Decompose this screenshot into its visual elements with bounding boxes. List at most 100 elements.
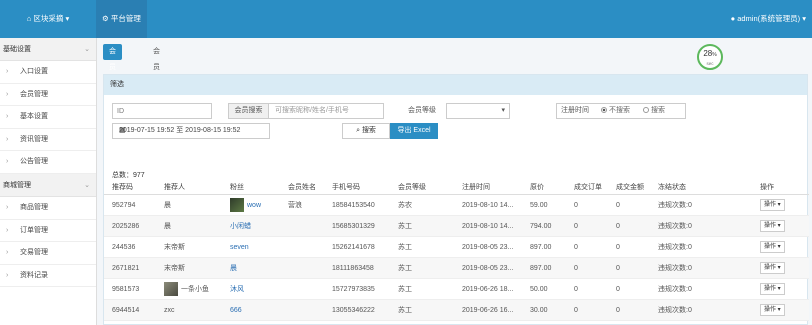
register-time-option-no[interactable]: 不搜索 xyxy=(601,104,630,118)
cell-phone: 15262141678 xyxy=(324,236,390,258)
tab-member-management[interactable]: 会员管理 xyxy=(103,44,122,103)
search-button[interactable]: ⌕ 搜索 xyxy=(342,123,390,139)
cell-fan[interactable]: wow xyxy=(222,194,280,216)
action-dropdown-button[interactable]: 操作 ▾ xyxy=(760,220,785,232)
cell-orders: 0 xyxy=(566,194,608,216)
cell-actions: 操作 ▾ xyxy=(752,236,809,258)
cell-name xyxy=(280,278,324,300)
gear-icon: ⚙ xyxy=(102,14,109,23)
chevron-right-icon: › xyxy=(6,271,9,279)
member-table: 推荐码 推荐人 粉丝 会员姓名 手机号码 会员等级 注册时间 原价 成交订单 成… xyxy=(104,181,809,321)
cell-actions: 操作 ▾ xyxy=(752,278,809,300)
cell-fan[interactable]: 晨 xyxy=(222,257,280,279)
cell-price: 30.00 xyxy=(522,299,566,321)
sidebar-item-members[interactable]: › 会员管理 xyxy=(0,84,96,107)
column-header: 推荐码 xyxy=(104,181,156,195)
avatar xyxy=(230,198,244,212)
brand-menu[interactable]: ⌂ 区块采摘 ▾ xyxy=(0,0,96,38)
cell-price: 897.00 xyxy=(522,236,566,258)
sidebar-item-entry[interactable]: › 入口设置 xyxy=(0,61,96,84)
member-search-input[interactable]: 会员搜索 可搜索昵称/姓名/手机号 xyxy=(228,103,384,119)
cell-actions: 操作 ▾ xyxy=(752,299,809,321)
export-excel-button[interactable]: 导出 Excel xyxy=(390,123,438,139)
brand-label: 区块采摘 xyxy=(33,14,64,23)
cell-ref-code: 952794 xyxy=(104,194,156,216)
id-input[interactable]: ID xyxy=(112,103,212,119)
action-dropdown-button[interactable]: 操作 ▾ xyxy=(760,241,785,253)
sidebar-group-basic[interactable]: 基础设置 ⌄ xyxy=(0,38,96,61)
cell-fan[interactable]: seven xyxy=(222,236,280,258)
sidebar-item-label: 商品管理 xyxy=(20,203,48,211)
platform-management-tab[interactable]: ⚙ 平台管理 xyxy=(96,0,147,38)
caret-down-icon: ▾ xyxy=(65,14,70,23)
sidebar-item-trades[interactable]: › 交易管理 xyxy=(0,242,96,265)
user-menu[interactable]: ● admin(系统管理员) ▾ xyxy=(731,0,806,38)
search-label: 搜索 xyxy=(361,127,376,134)
cell-reg-time: 2019-08-10 14... xyxy=(454,215,522,237)
cell-referrer: 晨 xyxy=(156,194,222,216)
sidebar-group-mall[interactable]: 商城管理 ⌄ xyxy=(0,173,96,197)
chevron-right-icon: › xyxy=(6,135,9,143)
cell-level: 苏工 xyxy=(390,278,454,300)
cell-reg-time: 2019-08-05 23... xyxy=(454,236,522,258)
cell-referrer: 晨 xyxy=(156,215,222,237)
cell-price: 897.00 xyxy=(522,257,566,279)
cell-status: 违规次数:0 xyxy=(650,278,752,300)
date-range-input[interactable]: 2019-07-15 19:52 至 2019-08-15 19:52 ▦ xyxy=(112,123,270,139)
sidebar-item-notices[interactable]: › 公告管理 xyxy=(0,151,96,174)
search-icon: ⌕ xyxy=(356,127,360,134)
cell-ref-code: 2671821 xyxy=(104,257,156,279)
cell-status: 违规次数:0 xyxy=(650,236,752,258)
cell-fan[interactable]: 沐风 xyxy=(222,278,280,300)
calendar-icon: ▦ xyxy=(119,127,126,134)
cell-reg-time: 2019-08-05 23... xyxy=(454,257,522,279)
action-dropdown-button[interactable]: 操作 ▾ xyxy=(760,304,785,316)
column-header: 会员等级 xyxy=(390,181,454,195)
sidebar-item-basic-settings[interactable]: › 基本设置 xyxy=(0,106,96,129)
action-dropdown-button[interactable]: 操作 ▾ xyxy=(760,199,785,211)
sidebar-item-products[interactable]: › 商品管理 xyxy=(0,197,96,220)
sidebar-item-label: 基本设置 xyxy=(20,113,48,121)
column-header: 推荐人 xyxy=(156,181,222,195)
tab-member-levels[interactable]: 会员等级 xyxy=(147,44,166,103)
column-header: 成交订单 xyxy=(566,181,608,195)
member-search-placeholder: 可搜索昵称/姓名/手机号 xyxy=(275,107,349,114)
filter-panel: 筛选 ID 会员搜索 可搜索昵称/姓名/手机号 会员等级 ▾ 注册时间 不搜索 … xyxy=(103,74,809,325)
cell-orders: 0 xyxy=(566,299,608,321)
register-time-option-yes[interactable]: 搜索 xyxy=(643,104,665,118)
sidebar-item-label: 交易管理 xyxy=(20,249,48,257)
column-header: 注册时间 xyxy=(454,181,522,195)
cell-fan[interactable]: 小闲蜡 xyxy=(222,215,280,237)
chevron-down-icon: ⌄ xyxy=(84,181,90,189)
cell-orders: 0 xyxy=(566,236,608,258)
cell-level: 苏工 xyxy=(390,257,454,279)
sidebar-item-news[interactable]: › 资讯管理 xyxy=(0,129,96,152)
sidebar-item-label: 资讯管理 xyxy=(20,135,48,143)
cell-amount: 0 xyxy=(608,278,650,300)
cell-phone: 18111863458 xyxy=(324,257,390,279)
action-dropdown-button[interactable]: 操作 ▾ xyxy=(760,283,785,295)
avatar xyxy=(164,282,178,296)
sidebar-item-records[interactable]: › 资料记录 xyxy=(0,265,96,288)
cell-name xyxy=(280,299,324,321)
cell-actions: 操作 ▾ xyxy=(752,257,809,279)
member-level-label: 会员等级 xyxy=(408,107,436,114)
cell-reg-time: 2019-06-26 18... xyxy=(454,278,522,300)
member-level-select[interactable]: ▾ xyxy=(446,103,510,119)
cell-name xyxy=(280,236,324,258)
cell-referrer: 末帝斯 xyxy=(156,236,222,258)
sidebar-item-label: 资料记录 xyxy=(20,271,48,279)
cell-price: 794.00 xyxy=(522,215,566,237)
cell-reg-time: 2019-06-26 16... xyxy=(454,299,522,321)
sidebar-item-orders[interactable]: › 订单管理 xyxy=(0,220,96,243)
cell-fan[interactable]: 666 xyxy=(222,299,280,321)
sidebar-item-label: 公告管理 xyxy=(20,158,48,166)
cell-price: 59.00 xyxy=(522,194,566,216)
table-row: 2671821 末帝斯 晨 18111863458 苏工 2019-08-05 … xyxy=(104,257,809,279)
cell-amount: 0 xyxy=(608,299,650,321)
column-header: 原价 xyxy=(522,181,566,195)
total-count: 总数：977 xyxy=(112,172,145,179)
action-dropdown-button[interactable]: 操作 ▾ xyxy=(760,262,785,274)
user-label: admin(系统管理员) xyxy=(737,14,801,23)
load-time-gauge: 28% sec xyxy=(697,44,723,70)
